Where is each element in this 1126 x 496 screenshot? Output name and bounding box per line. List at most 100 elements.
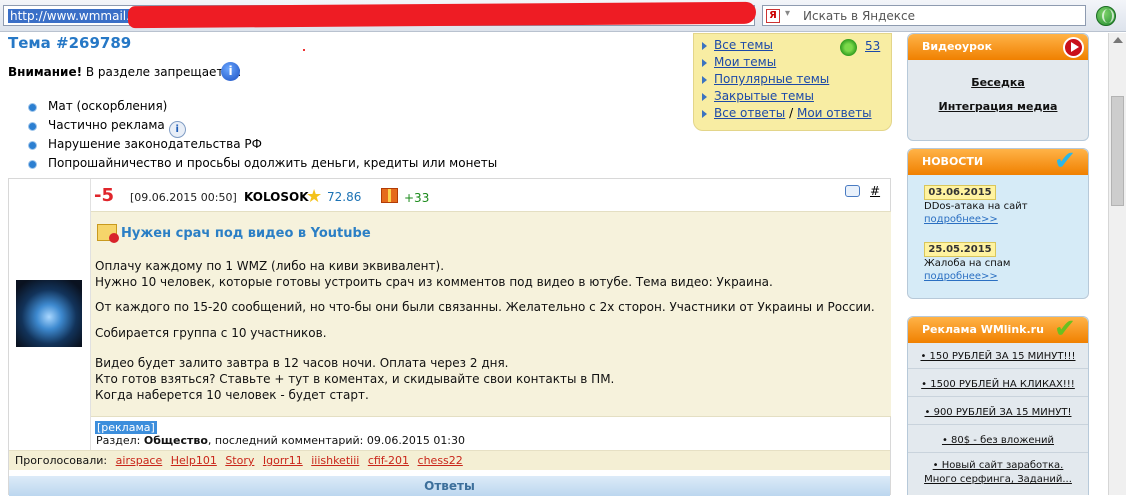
rule-item: Нарушение законодательства РФ xyxy=(28,135,497,154)
ad-link[interactable]: • 900 РУБЛЕЙ ЗА 15 МИНУТ! xyxy=(908,401,1088,425)
voter-link[interactable]: cfif-201 xyxy=(368,454,409,467)
rule-text: Частично реклама xyxy=(48,118,165,132)
redaction-mark xyxy=(127,1,757,29)
voter-link[interactable]: chess22 xyxy=(418,454,463,467)
topics-menu-item[interactable]: Мои темы xyxy=(700,54,891,71)
decorative-dot xyxy=(303,49,305,51)
link-besedka[interactable]: Беседка xyxy=(908,76,1088,89)
ad-link[interactable]: • 1500 РУБЛЕЙ НА КЛИКАХ!!! xyxy=(908,373,1088,397)
avatar[interactable] xyxy=(16,280,82,347)
news-more-link[interactable]: подробнее>> xyxy=(924,271,998,282)
voter-link[interactable]: airspace xyxy=(116,454,163,467)
post-date: [09.06.2015 00:50] xyxy=(130,191,237,204)
rules-list: Мат (оскорбления) Частично реклама i Нару… xyxy=(28,97,497,173)
ad-link[interactable]: • Новый сайт заработка. Много серфинга, З… xyxy=(908,457,1088,491)
topics-menu-item[interactable]: Все ответы / Мои ответы xyxy=(700,105,891,122)
scroll-up-icon[interactable] xyxy=(1113,37,1123,43)
video-panel: Видеоурок Беседка Интеграция медиа xyxy=(907,33,1089,141)
post-paragraph: Оплачу каждому по 1 WMZ (либо на киви эк… xyxy=(95,259,773,289)
flower-icon xyxy=(840,39,857,56)
warning-line: Внимание! В разделе запрещается: xyxy=(8,65,241,79)
yandex-search-box[interactable]: Я ▾ Искать в Яндексе xyxy=(762,5,1086,26)
post-paragraph: Собирается группа с 10 участников. xyxy=(95,326,327,340)
warning-label: Внимание! xyxy=(8,65,83,79)
comment-icon[interactable] xyxy=(845,185,860,197)
rule-item: Мат (оскорбления) xyxy=(28,97,497,116)
news-date: 03.06.2015 xyxy=(924,185,996,200)
post-card: -5 [09.06.2015 00:50] KOLOSOK ★ 72.86 +3… xyxy=(8,178,891,496)
page-title: Тема #269789 xyxy=(8,34,132,52)
topics-count-link[interactable]: 53 xyxy=(865,39,880,53)
news-date: 25.05.2015 xyxy=(924,242,996,257)
star-icon: ★ xyxy=(306,186,323,207)
yandex-icon[interactable]: Я xyxy=(766,9,780,23)
section-name: Общество xyxy=(143,434,208,447)
news-more-link[interactable]: подробнее>> xyxy=(924,214,998,225)
link-media-integration[interactable]: Интеграция медиа xyxy=(908,100,1088,113)
link-my-topics[interactable]: Мои темы xyxy=(714,55,776,69)
news-body: 03.06.2015 DDos-атака на сайт подробнее>… xyxy=(908,175,1088,298)
post-title[interactable]: Нужен срач под видео в Youtube xyxy=(121,226,371,241)
post-paragraph: Видео будет залито завтра в 12 часов ноч… xyxy=(95,356,615,402)
topics-menu-item[interactable]: Все темы xyxy=(700,37,891,54)
news-text: Жалоба на спам xyxy=(924,258,1011,269)
ad-tag[interactable]: [реклама] xyxy=(95,421,157,434)
topics-menu-item[interactable]: Закрытые темы xyxy=(700,88,891,105)
author-reputation: 72.86 xyxy=(327,190,362,204)
ad-link[interactable]: • 80$ - без вложений xyxy=(908,429,1088,453)
ad-link-text[interactable]: • Новый сайт заработка. xyxy=(933,460,1064,471)
ad-link[interactable]: • 150 РУБЛЕЙ ЗА 15 МИНУТ!!! xyxy=(908,345,1088,369)
rule-text: Нарушение законодательства РФ xyxy=(48,137,262,151)
chevron-down-icon[interactable]: ▾ xyxy=(785,8,790,19)
topics-menu: Все темы Мои темы Популярные темы Закрыт… xyxy=(693,33,892,131)
post-content: Нужен срач под видео в Youtube Оплачу ка… xyxy=(91,211,891,417)
voters-row: Проголосовали: airspace Help101 Story Ig… xyxy=(9,450,890,470)
ad-link-text[interactable]: • 80$ - без вложений xyxy=(942,435,1054,446)
ad-link-text[interactable]: Много серфинга, Заданий... xyxy=(924,474,1072,485)
voters-label: Проголосовали: xyxy=(15,454,108,467)
post-anchor-link[interactable]: # xyxy=(870,184,880,198)
avatar-column xyxy=(9,179,91,451)
ad-link-text[interactable]: • 900 РУБЛЕЙ ЗА 15 МИНУТ! xyxy=(925,407,1072,418)
section-label: Раздел: xyxy=(96,434,144,447)
rule-item: Частично реклама i xyxy=(28,116,497,138)
rule-text: Мат (оскорбления) xyxy=(48,99,168,113)
page-content: Тема #269789 Внимание! В разделе запреща… xyxy=(0,33,1126,496)
post-section-line: Раздел: Общество, последний комментарий:… xyxy=(96,434,465,447)
topics-menu-item[interactable]: Популярные темы xyxy=(700,71,891,88)
scrollbar-thumb[interactable] xyxy=(1111,96,1124,206)
post-paragraph: От каждого по 15-20 сообщений, но что-бы… xyxy=(95,300,875,314)
voter-link[interactable]: Igorr11 xyxy=(263,454,303,467)
news-text: DDos-атака на сайт xyxy=(924,201,1028,212)
search-placeholder[interactable]: Искать в Яндексе xyxy=(803,9,915,23)
gift-icon xyxy=(381,188,398,203)
browser-toolbar: http://www.wmmail.ru/ Я ▾ Искать в Яндек… xyxy=(0,0,1126,32)
last-comment: , последний комментарий: 09.06.2015 01:3… xyxy=(207,434,466,447)
ad-link-text[interactable]: • 1500 РУБЛЕЙ НА КЛИКАХ!!! xyxy=(921,379,1075,390)
video-panel-header: Видеоурок xyxy=(908,34,1088,60)
link-my-answers[interactable]: Мои ответы xyxy=(797,106,872,120)
answers-bar[interactable]: Ответы xyxy=(9,476,890,496)
link-all-answers[interactable]: Все ответы xyxy=(714,106,785,120)
play-icon[interactable] xyxy=(1063,37,1084,58)
globe-icon[interactable] xyxy=(1096,6,1116,26)
bonus-points: +33 xyxy=(404,191,430,205)
rule-item: Попрошайничество и просьбы одолжить день… xyxy=(28,154,497,173)
vertical-scrollbar[interactable] xyxy=(1108,33,1126,495)
checkmark-icon: ✔ xyxy=(1054,314,1076,344)
ads-panel: Реклама WMlink.ru ✔ • 150 РУБЛЕЙ ЗА 15 М… xyxy=(907,314,1089,495)
ad-link-text[interactable]: • 150 РУБЛЕЙ ЗА 15 МИНУТ!!! xyxy=(920,351,1075,362)
folder-warning-icon xyxy=(97,224,119,243)
link-popular-topics[interactable]: Популярные темы xyxy=(714,72,829,86)
checkmark-icon: ✔ xyxy=(1054,146,1076,176)
voter-link[interactable]: Help101 xyxy=(171,454,217,467)
news-panel: НОВОСТИ ✔ 03.06.2015 DDos-атака на сайт … xyxy=(907,146,1089,299)
separator: / xyxy=(789,106,794,120)
warning-text: В разделе запрещается: xyxy=(82,65,242,79)
voter-link[interactable]: Story xyxy=(225,454,254,467)
post-author[interactable]: KOLOSOK xyxy=(244,190,309,204)
link-all-topics[interactable]: Все темы xyxy=(714,38,773,52)
voter-link[interactable]: iiishketiii xyxy=(311,454,359,467)
link-closed-topics[interactable]: Закрытые темы xyxy=(714,89,814,103)
info-icon[interactable]: i xyxy=(221,62,240,81)
